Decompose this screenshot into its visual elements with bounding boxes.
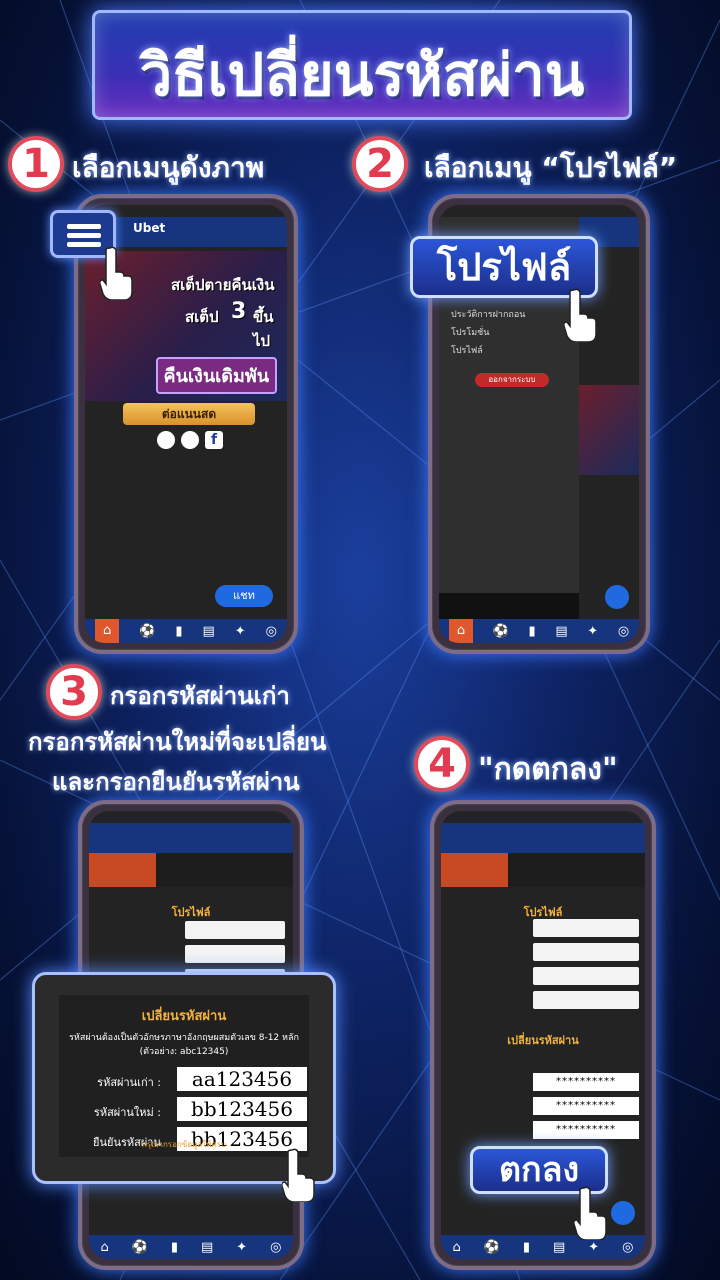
bottom-nav: ⌂ ⚽ ▮ ▤ ✦ ◎: [441, 1235, 645, 1259]
new-password-input[interactable]: bb123456: [177, 1097, 307, 1121]
banner-number: 3: [231, 299, 247, 324]
tab-wallet[interactable]: [508, 853, 575, 887]
drawer-item-profile[interactable]: โปรไฟล์: [451, 343, 483, 357]
change-password-title: เปลี่ยนรหัสผ่าน: [141, 1009, 227, 1024]
app-logo: Ubet: [133, 221, 166, 235]
app-header: [89, 823, 293, 853]
profile-tabs: [89, 853, 293, 887]
fullname-field: [185, 945, 285, 963]
step-1-number: 1: [8, 136, 64, 192]
tab-history[interactable]: [576, 853, 643, 887]
old-password-input[interactable]: **********: [533, 1073, 639, 1091]
cards-icon[interactable]: ▮: [523, 1240, 530, 1255]
pointer-hand-icon: [100, 246, 133, 300]
cards-icon[interactable]: ▮: [529, 624, 536, 639]
tab-wallet[interactable]: [156, 853, 223, 887]
chat-icon[interactable]: [605, 585, 629, 609]
promo-banner: [579, 385, 639, 475]
logout-button[interactable]: ออกจากระบบ: [475, 373, 549, 387]
bottom-nav: ⌂ ⚽ ▮ ▤ ✦ ◎: [439, 619, 639, 643]
step-1-text: เลือกเมนูดังภาพ: [72, 151, 265, 184]
pointer-hand-icon: [282, 1148, 315, 1202]
home-icon[interactable]: ⌂: [94, 619, 120, 643]
pointer-hand-icon: [564, 288, 597, 342]
new-password-input[interactable]: **********: [533, 1097, 639, 1115]
change-password-form: เปลี่ยนรหัสผ่าน รหัสผ่านต้องเป็นตัวอักษร…: [59, 995, 309, 1157]
phone-field: [533, 967, 639, 985]
games-icon[interactable]: ◎: [266, 624, 277, 639]
slots-icon[interactable]: ▤: [555, 624, 567, 639]
username-field: [185, 921, 285, 939]
home-icon[interactable]: ⌂: [100, 1240, 108, 1255]
banner-line-1: สเต็ปตายคืนเงิน: [171, 276, 275, 294]
live-score-button[interactable]: ต่อแนนสด: [123, 403, 255, 425]
drawer-item-promotion[interactable]: โปรโมชั่น: [451, 325, 489, 339]
soccer-icon[interactable]: ⚽: [493, 624, 509, 639]
old-password-label: รหัสผ่านเก่า :: [97, 1076, 161, 1089]
cards-icon[interactable]: ▮: [175, 624, 182, 639]
games-icon[interactable]: ◎: [622, 1240, 633, 1255]
games-icon[interactable]: ◎: [618, 624, 629, 639]
chat-button[interactable]: แชท: [215, 585, 273, 607]
home-icon[interactable]: ⌂: [452, 1240, 460, 1255]
bottom-nav: ⌂ ⚽ ▮ ▤ ✦ ◎: [89, 1235, 293, 1259]
phone-4-mockup: โปรไฟล์ เปลี่ยนรหัสผ่าน ********** *****…: [430, 800, 656, 1270]
sms-icon[interactable]: [157, 431, 175, 449]
app-header: [441, 823, 645, 853]
lottery-icon[interactable]: ✦: [587, 624, 598, 639]
fullname-field: [533, 943, 639, 961]
soccer-icon[interactable]: ⚽: [484, 1240, 500, 1255]
banner-line-2: สเต็ป: [185, 308, 219, 326]
tab-profile[interactable]: [441, 853, 509, 887]
games-icon[interactable]: ◎: [270, 1240, 281, 1255]
new-password-label: รหัสผ่านใหม่ :: [93, 1106, 161, 1119]
bottom-nav: ⌂ ⚽ ▮ ▤ ✦ ◎: [85, 619, 287, 643]
profile-form-title: โปรไฟล์: [171, 906, 211, 919]
tab-profile[interactable]: [89, 853, 157, 887]
chat-icon[interactable]: [611, 1201, 635, 1225]
drawer-footer: [439, 593, 579, 619]
old-password-input[interactable]: aa123456: [177, 1067, 307, 1091]
tab-history[interactable]: [224, 853, 291, 887]
password-example-line: (ตัวอย่าง: abc12345): [139, 1047, 229, 1057]
confirm-password-input[interactable]: **********: [533, 1121, 639, 1139]
username-field: [533, 919, 639, 937]
step-4-number: 4: [414, 736, 470, 792]
slots-icon[interactable]: ▤: [201, 1240, 213, 1255]
step-3-line-1: กรอกรหัสผ่านเก่า: [110, 682, 290, 710]
cards-icon[interactable]: ▮: [171, 1240, 178, 1255]
password-rule-line: รหัสผ่านต้องเป็นตัวอักษรภาษาอังกฤษผสมตัว…: [69, 1033, 299, 1043]
step-4-text: "กดตกลง": [478, 752, 618, 787]
slots-icon[interactable]: ▤: [203, 624, 215, 639]
social-icons: f: [155, 431, 225, 451]
soccer-icon[interactable]: ⚽: [132, 1240, 148, 1255]
line-icon[interactable]: [181, 431, 199, 449]
step-3-line-2: กรอกรหัสผ่านใหม่ที่จะเปลี่ยน: [28, 728, 327, 756]
facebook-icon[interactable]: f: [205, 431, 223, 449]
birthdate-field: [533, 991, 639, 1009]
lottery-icon[interactable]: ✦: [235, 624, 246, 639]
home-icon[interactable]: ⌂: [448, 619, 474, 643]
profile-tabs: [441, 853, 645, 887]
step-2-number: 2: [352, 136, 408, 192]
banner-line-3: ขึ้นไป: [253, 308, 274, 350]
password-rule-note: รหัสผ่านต้องเป็นตัวอักษรภาษาอังกฤษผสมตัว…: [69, 1031, 299, 1059]
drawer-item-history[interactable]: ประวัติการฝากถอน: [451, 307, 525, 321]
page-title: วิธีเปลี่ยนรหัสผ่าน: [139, 41, 585, 109]
lottery-icon[interactable]: ✦: [588, 1240, 599, 1255]
step-3-number: 3: [46, 664, 102, 720]
step-3-line-3: และกรอกยืนยันรหัสผ่าน: [52, 768, 300, 796]
change-password-title: เปลี่ยนรหัสผ่าน: [507, 1034, 579, 1047]
step-2-text: เลือกเมนู “โปรไฟล์”: [424, 151, 678, 184]
lottery-icon[interactable]: ✦: [236, 1240, 247, 1255]
soccer-icon[interactable]: ⚽: [139, 624, 155, 639]
banner-cta[interactable]: คืนเงินเดิมพัน: [155, 357, 277, 394]
slots-icon[interactable]: ▤: [553, 1240, 565, 1255]
form-hint: กรุณากรอกข้อมูลให้ครบ: [141, 1140, 227, 1149]
pointer-hand-icon: [574, 1186, 607, 1240]
